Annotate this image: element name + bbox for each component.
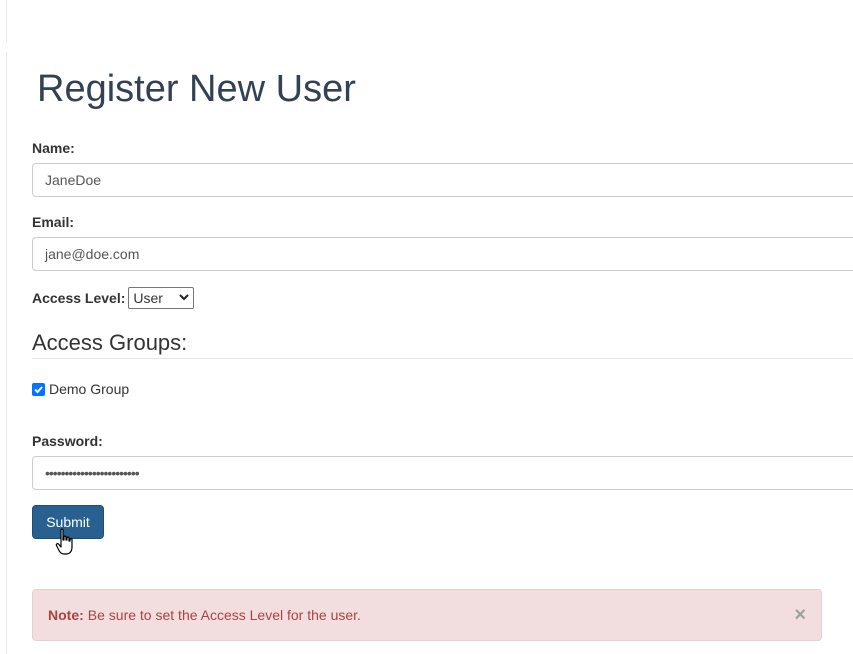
- access-level-label: Access Level:: [32, 290, 126, 306]
- name-input[interactable]: JaneDoe: [32, 163, 853, 197]
- access-groups-divider: [32, 358, 853, 359]
- check-icon: [34, 385, 43, 393]
- email-input[interactable]: jane@doe.com: [32, 237, 853, 271]
- page-title: Register New User: [37, 68, 356, 110]
- group-item-demo-group[interactable]: Demo Group: [32, 381, 129, 397]
- top-divider: [6, 0, 7, 42]
- register-page: Register New User Name: JaneDoe Email: j…: [0, 0, 853, 654]
- password-input[interactable]: ••••••••••••••••••••••••: [32, 456, 853, 490]
- chevron-down-icon: [179, 293, 190, 304]
- email-label: Email:: [32, 214, 75, 230]
- left-divider: [6, 52, 7, 654]
- access-level-value: User: [133, 290, 163, 306]
- hand-pointer-icon: [55, 528, 73, 555]
- name-label: Name:: [32, 140, 75, 156]
- access-level-row: Access Level: User: [32, 286, 195, 310]
- access-groups-heading: Access Groups:: [32, 330, 188, 355]
- access-level-select[interactable]: User: [128, 287, 195, 309]
- close-icon[interactable]: ×: [794, 605, 806, 625]
- demo-group-label: Demo Group: [49, 381, 130, 397]
- demo-group-checkbox[interactable]: [32, 382, 45, 396]
- note-alert: Note: Be sure to set the Access Level fo…: [32, 589, 822, 641]
- alert-message: Be sure to set the Access Level for the …: [87, 607, 361, 623]
- password-label: Password:: [32, 433, 103, 449]
- alert-strong-text: Note:: [48, 607, 84, 623]
